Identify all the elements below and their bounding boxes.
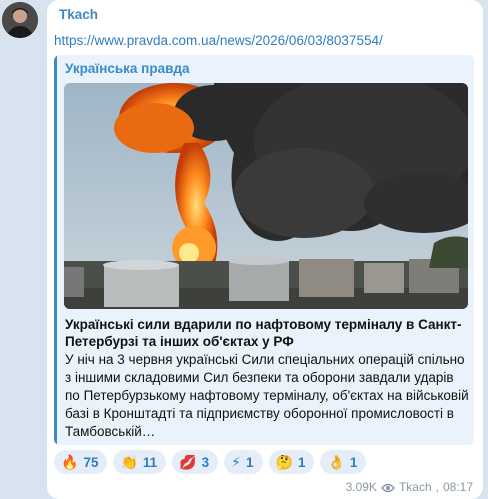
message-time: 08:17 — [442, 480, 473, 494]
clapping-hands-icon: 👏 — [120, 454, 138, 470]
message-link[interactable]: https://www.pravda.com.ua/news/2026/06/0… — [54, 33, 383, 48]
reaction-ok-hand[interactable]: 👌 1 — [320, 450, 367, 474]
link-preview[interactable]: Українська правда Українські сили вдарил… — [54, 55, 474, 445]
message-bubble: Tkach https://www.pravda.com.ua/news/202… — [47, 0, 483, 499]
reaction-lightning[interactable]: ⚡ 1 — [224, 450, 263, 474]
thinking-face-icon: 🤔 — [275, 454, 293, 470]
reaction-thinking-face[interactable]: 🤔 1 — [268, 450, 315, 474]
avatar[interactable] — [2, 2, 38, 38]
kiss-mark-icon: 💋 — [179, 454, 197, 470]
reaction-clapping-hands[interactable]: 👏 11 — [113, 450, 167, 474]
view-count: 3.09K — [345, 480, 377, 494]
reaction-count: 1 — [297, 454, 306, 470]
ok-hand-icon: 👌 — [327, 454, 345, 470]
fire-icon: 🔥 — [61, 454, 79, 470]
reaction-count: 3 — [201, 454, 210, 470]
message-meta: 3.09K Tkach, 08:17 — [345, 480, 473, 494]
preview-image[interactable] — [64, 83, 468, 309]
reaction-count: 11 — [142, 454, 158, 470]
reaction-kiss-mark[interactable]: 💋 3 — [172, 450, 219, 474]
sender-name[interactable]: Tkach — [59, 7, 98, 22]
preview-title: Українські сили вдарили по нафтовому тер… — [65, 317, 462, 349]
preview-description: У ніч на 3 червня українські Сили спеціа… — [65, 352, 469, 439]
reactions-bar: 🔥 75 👏 11 💋 3 ⚡ 1 🤔 1 👌 1 — [54, 450, 367, 474]
reaction-count: 1 — [349, 454, 358, 470]
reaction-count: 1 — [245, 454, 254, 470]
author-name: Tkach — [398, 480, 432, 494]
preview-accent-bar — [54, 55, 57, 445]
lightning-icon: ⚡ — [231, 454, 241, 470]
reaction-fire[interactable]: 🔥 75 — [54, 450, 108, 474]
reaction-count: 75 — [83, 454, 99, 470]
eye-icon — [381, 482, 395, 493]
preview-site-name: Українська правда — [65, 61, 190, 76]
